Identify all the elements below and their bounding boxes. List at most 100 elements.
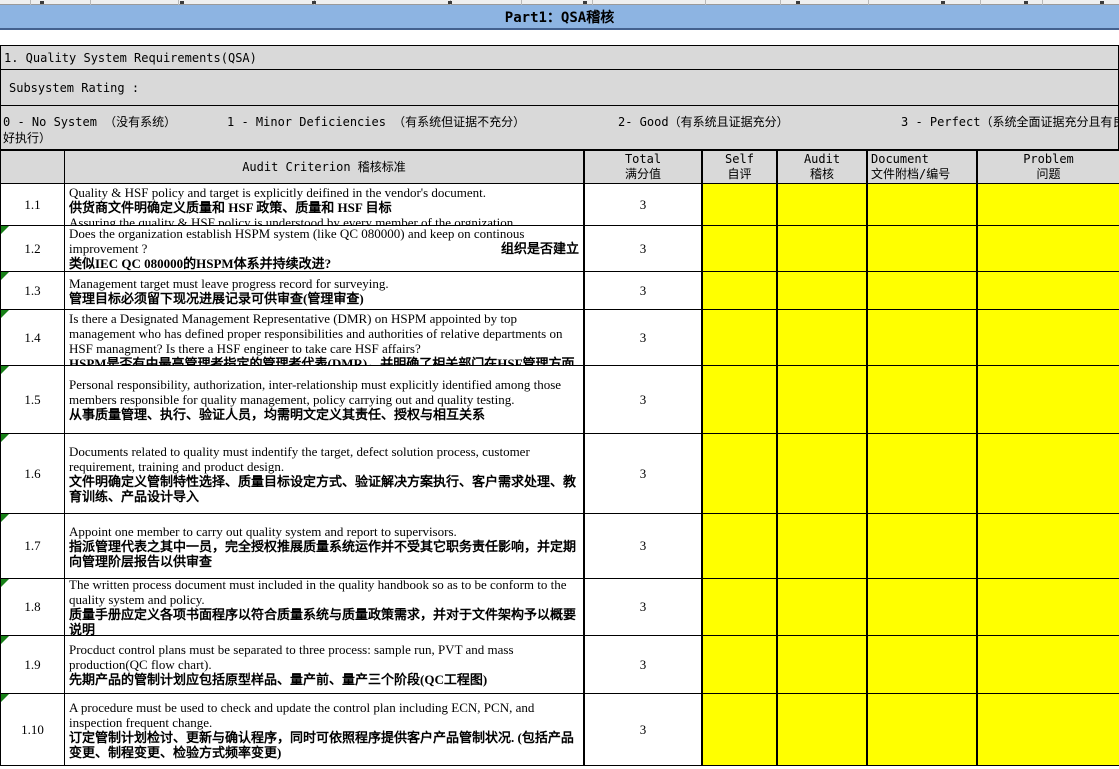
rating-3-label-wrap: 好执行） <box>3 129 51 146</box>
column-letter-fragment <box>796 1 800 4</box>
error-flag-icon <box>1 272 9 280</box>
document-cell[interactable] <box>868 226 978 271</box>
header-self: Self 自评 <box>703 151 778 183</box>
audit-score-cell[interactable] <box>778 226 868 271</box>
problem-cell[interactable] <box>978 514 1119 578</box>
total-score-cell: 3 <box>585 434 703 513</box>
total-score-cell: 3 <box>585 694 703 765</box>
self-score-cell[interactable] <box>703 434 778 513</box>
document-cell[interactable] <box>868 272 978 309</box>
problem-cell[interactable] <box>978 694 1119 765</box>
self-score-cell[interactable] <box>703 366 778 433</box>
header-document: Document 文件附档/编号 <box>868 151 978 183</box>
problem-cell[interactable] <box>978 366 1119 433</box>
row-number-cell: 1.4 <box>0 310 65 365</box>
audit-score-cell[interactable] <box>778 366 868 433</box>
self-score-cell[interactable] <box>703 636 778 693</box>
error-flag-icon <box>1 226 9 234</box>
subsystem-rating-band: Subsystem Rating : <box>0 69 1119 105</box>
self-score-cell[interactable] <box>703 310 778 365</box>
problem-cell[interactable] <box>978 636 1119 693</box>
document-cell[interactable] <box>868 514 978 578</box>
total-score-cell: 3 <box>585 184 703 225</box>
table-row: 1.6 Documents related to quality must in… <box>0 434 1119 514</box>
problem-cell[interactable] <box>978 272 1119 309</box>
document-cell[interactable] <box>868 366 978 433</box>
spreadsheet-view: Part1：QSA稽核 1. Quality System Requiremen… <box>0 0 1119 769</box>
error-flag-icon <box>1 694 9 702</box>
document-cell[interactable] <box>868 434 978 513</box>
problem-cell[interactable] <box>978 226 1119 271</box>
rating-0-label: 0 - No System （没有系统） <box>3 113 176 130</box>
audit-score-cell[interactable] <box>778 272 868 309</box>
table-row: 1.3 Management target must leave progres… <box>0 272 1119 310</box>
audit-score-cell[interactable] <box>778 636 868 693</box>
document-cell[interactable] <box>868 310 978 365</box>
problem-cell[interactable] <box>978 434 1119 513</box>
column-letter-fragment <box>40 1 44 4</box>
criterion-cell: Documents related to quality must indent… <box>65 434 585 513</box>
self-score-cell[interactable] <box>703 514 778 578</box>
criterion-cell: Appoint one member to carry out quality … <box>65 514 585 578</box>
total-score-cell: 3 <box>585 514 703 578</box>
column-letter-fragment <box>583 1 587 4</box>
self-score-cell[interactable] <box>703 272 778 309</box>
criterion-cell: A procedure must be used to check and up… <box>65 694 585 765</box>
audit-score-cell[interactable] <box>778 514 868 578</box>
part-title-bar: Part1：QSA稽核 <box>0 5 1119 30</box>
problem-cell[interactable] <box>978 310 1119 365</box>
document-cell[interactable] <box>868 694 978 765</box>
self-score-cell[interactable] <box>703 694 778 765</box>
row-number-cell: 1.6 <box>0 434 65 513</box>
problem-cell[interactable] <box>978 184 1119 225</box>
rating-scale-band: 0 - No System （没有系统） 1 - Minor Deficienc… <box>0 105 1119 150</box>
document-cell[interactable] <box>868 184 978 225</box>
audit-score-cell[interactable] <box>778 434 868 513</box>
total-score-cell: 3 <box>585 226 703 271</box>
column-letter-fragment <box>1024 1 1028 4</box>
header-problem: Problem 问题 <box>978 151 1119 183</box>
total-score-cell: 3 <box>585 272 703 309</box>
table-row: 1.1 Quality & HSF policy and target is e… <box>0 184 1119 226</box>
column-letter-fragment <box>312 1 316 4</box>
error-flag-icon <box>1 434 9 442</box>
part-title: Part1：QSA稽核 <box>505 7 614 27</box>
criterion-cell: Personal responsibility, authorization, … <box>65 366 585 433</box>
rating-3-label: 3 - Perfect（系统全面证据充分且有良 <box>901 113 1119 130</box>
criterion-cell: Is there a Designated Management Represe… <box>65 310 585 365</box>
self-score-cell[interactable] <box>703 579 778 635</box>
spreadsheet-column-headers <box>0 0 1119 5</box>
row-number-cell: 1.7 <box>0 514 65 578</box>
audit-score-cell[interactable] <box>778 310 868 365</box>
column-letter-fragment <box>1100 1 1104 4</box>
document-cell[interactable] <box>868 636 978 693</box>
self-score-cell[interactable] <box>703 226 778 271</box>
header-audit: Audit 稽核 <box>778 151 868 183</box>
column-letter-fragment <box>180 1 184 4</box>
audit-score-cell[interactable] <box>778 694 868 765</box>
table-row: 1.4 Is there a Designated Management Rep… <box>0 310 1119 366</box>
problem-cell[interactable] <box>978 579 1119 635</box>
table-row: 1.10 A procedure must be used to check a… <box>0 694 1119 766</box>
table-row: 1.8 The written process document must in… <box>0 579 1119 636</box>
row-number-cell: 1.1 <box>0 184 65 225</box>
self-score-cell[interactable] <box>703 184 778 225</box>
table-row: 1.5 Personal responsibility, authorizati… <box>0 366 1119 434</box>
criterion-cell: The written process document must includ… <box>65 579 585 635</box>
section-header-band: 1. Quality System Requirements(QSA) <box>0 45 1119 69</box>
error-flag-icon <box>1 579 9 587</box>
document-cell[interactable] <box>868 579 978 635</box>
row-number-cell: 1.9 <box>0 636 65 693</box>
section-header-text: 1. Quality System Requirements(QSA) <box>4 51 257 65</box>
rating-2-label: 2- Good（有系统且证据充分） <box>618 113 789 130</box>
table-row: 1.2 Does the organization establish HSPM… <box>0 226 1119 272</box>
header-criterion: Audit Criterion 稽核标准 <box>65 151 585 183</box>
table-header-row: Audit Criterion 稽核标准 Total 满分值 Self 自评 A… <box>0 151 1119 184</box>
table-row: 1.7 Appoint one member to carry out qual… <box>0 514 1119 579</box>
total-score-cell: 3 <box>585 366 703 433</box>
header-row-number <box>0 151 65 183</box>
audit-table: Audit Criterion 稽核标准 Total 满分值 Self 自评 A… <box>0 150 1119 766</box>
audit-score-cell[interactable] <box>778 184 868 225</box>
header-total: Total 满分值 <box>585 151 703 183</box>
audit-score-cell[interactable] <box>778 579 868 635</box>
